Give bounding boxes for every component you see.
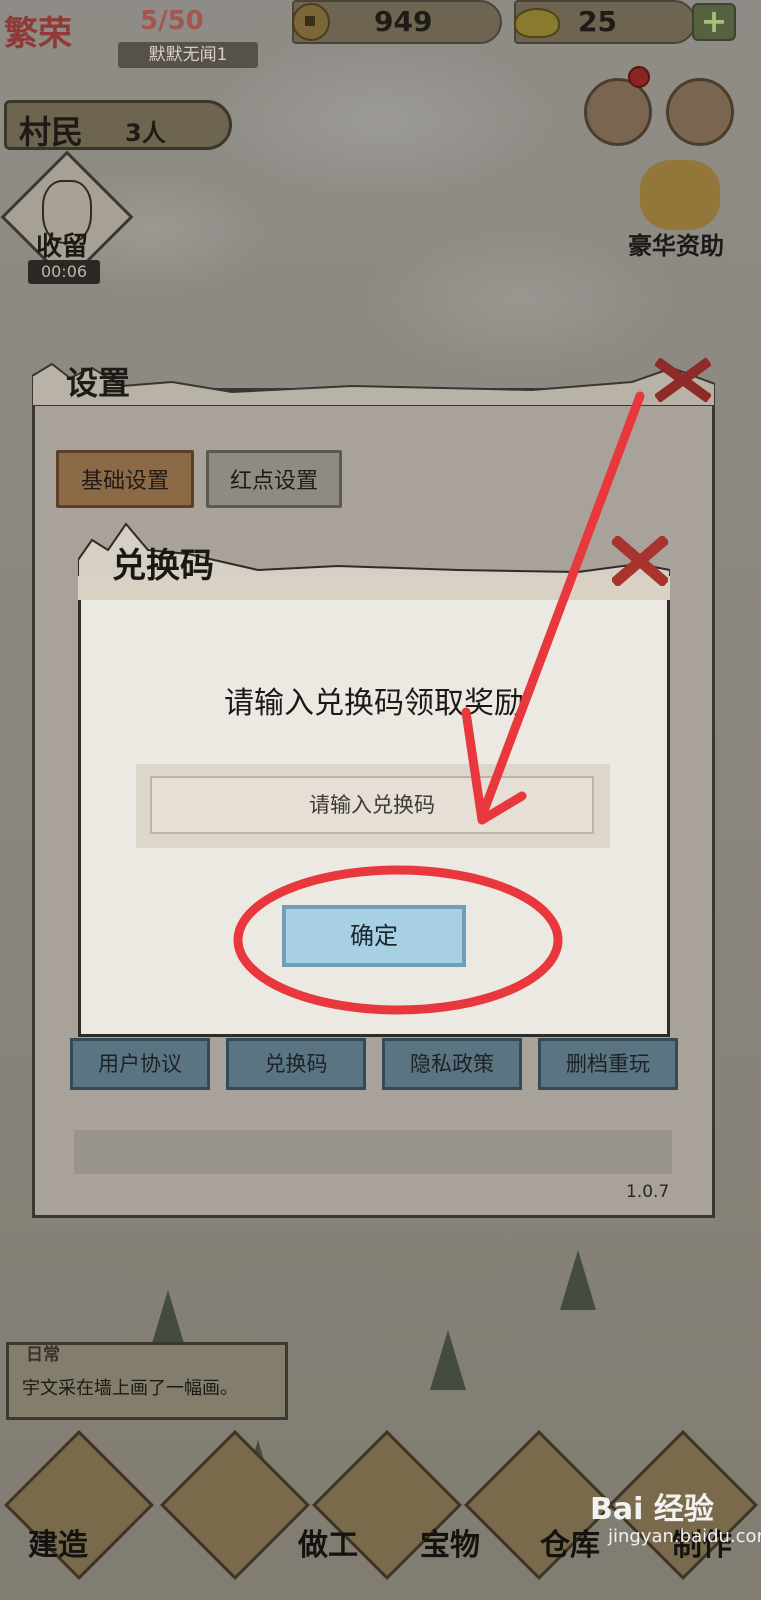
- population-count: 5/50: [140, 6, 204, 36]
- gold-ingot-icon: [514, 8, 560, 38]
- copper-coin-counter: 949: [292, 0, 502, 44]
- nav-work-label: 做工: [298, 1528, 358, 1563]
- deluxe-support-icon[interactable]: [640, 160, 720, 230]
- event-tag: 日常: [26, 1345, 60, 1365]
- add-currency-button[interactable]: +: [692, 3, 736, 41]
- deluxe-support-label: 豪华资助: [628, 231, 724, 260]
- version-number: 1.0.7: [626, 1182, 670, 1202]
- privacy-policy-button[interactable]: 隐私政策: [382, 1038, 522, 1090]
- settings-header-mountains: [32, 362, 715, 406]
- reset-save-button[interactable]: 删档重玩: [538, 1038, 678, 1090]
- redeem-close-icon[interactable]: [612, 536, 668, 586]
- villager-label: 村民: [19, 113, 84, 151]
- gold-ingot-counter: 25: [514, 0, 696, 44]
- prosperity-header: 繁荣 5/50 默默无闻1: [0, 0, 270, 70]
- watermark-brand: Bai 经验: [590, 1492, 714, 1527]
- gold-ingot-value: 25: [578, 5, 617, 38]
- prosperity-title: 繁荣: [4, 14, 72, 54]
- redeem-title: 兑换码: [112, 546, 214, 586]
- copper-coin-value: 949: [374, 5, 433, 38]
- nav-build-label: 建造: [28, 1528, 88, 1563]
- notice-button[interactable]: [584, 78, 652, 146]
- settings-close-icon[interactable]: [655, 358, 711, 402]
- event-message: 宇文采在墙上画了一幅画。: [22, 1378, 238, 1399]
- villager-count-panel[interactable]: 村民 3人: [4, 100, 232, 151]
- reputation-label: 默默无闻1: [118, 42, 258, 68]
- coin-icon: [292, 3, 330, 41]
- watermark-url: jingyan.baidu.com: [608, 1526, 761, 1547]
- redeem-code-input[interactable]: [150, 776, 594, 834]
- redeem-prompt-text: 请输入兑换码领取奖励: [224, 686, 524, 721]
- gear-icon[interactable]: [666, 78, 734, 146]
- settings-info-bar: [74, 1130, 672, 1174]
- user-agreement-button[interactable]: 用户协议: [70, 1038, 210, 1090]
- tab-red-dot-settings[interactable]: 红点设置: [206, 450, 342, 508]
- settings-title: 设置: [66, 364, 131, 402]
- take-in-timer: 00:06: [28, 260, 100, 284]
- villager-count: 3人: [125, 119, 166, 147]
- notification-dot: [628, 66, 650, 88]
- redeem-code-button[interactable]: 兑换码: [226, 1038, 366, 1090]
- take-in-label: 收留: [36, 232, 89, 262]
- nav-treasure-label: 宝物: [420, 1528, 480, 1563]
- confirm-button[interactable]: 确定: [282, 905, 466, 967]
- tab-basic-settings[interactable]: 基础设置: [56, 450, 194, 508]
